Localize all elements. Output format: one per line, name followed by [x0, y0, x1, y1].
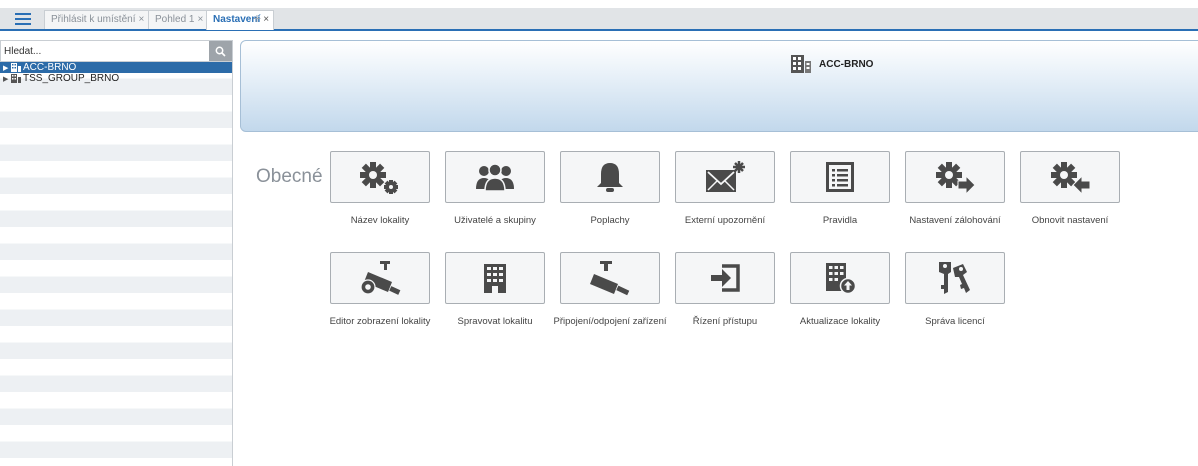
- tree-item-tss-group-brno[interactable]: ▶ TSS_GROUP_BRNO: [0, 73, 232, 84]
- setting-rules[interactable]: Pravidla: [782, 151, 898, 227]
- manage-location-button[interactable]: [445, 252, 545, 304]
- gear-arrow-left-icon: [1051, 162, 1091, 194]
- list-icon: [826, 162, 854, 192]
- gears-icon: [360, 162, 398, 194]
- tab-view-1[interactable]: Pohled 1 ×: [148, 10, 209, 29]
- setting-label: Externí upozornění: [684, 215, 766, 226]
- setting-location-name[interactable]: Název lokality: [322, 151, 438, 227]
- setting-label: Řízení přístupu: [692, 316, 758, 327]
- users-groups-button[interactable]: [445, 151, 545, 203]
- keys-icon: [939, 262, 970, 294]
- hamburger-menu-icon[interactable]: [10, 8, 36, 29]
- setting-update-location[interactable]: Aktualizace lokality: [782, 252, 898, 328]
- setting-label: Poplachy: [590, 215, 630, 226]
- tree-item-label: ACC-BRNO: [23, 62, 77, 73]
- backup-settings-button[interactable]: [905, 151, 1005, 203]
- building-icon: [11, 63, 21, 72]
- external-notifications-button[interactable]: [675, 151, 775, 203]
- expand-arrow-icon[interactable]: ▶: [3, 75, 11, 83]
- building-icon: [484, 264, 506, 293]
- tab-login-location[interactable]: Přihlásit k umístění ×: [44, 10, 150, 29]
- setting-label: Nastavení zálohování: [909, 215, 1001, 226]
- section-title-general: Obecné: [256, 166, 323, 187]
- location-title: ACC-BRNO: [791, 55, 873, 73]
- setting-label: Spravovat lokalitu: [457, 316, 533, 327]
- users-icon: [476, 163, 514, 192]
- setting-backup[interactable]: Nastavení zálohování: [897, 151, 1013, 227]
- setting-label: Aktualizace lokality: [799, 316, 881, 327]
- tree-item-label: TSS_GROUP_BRNO: [23, 73, 120, 84]
- search-button[interactable]: [209, 41, 232, 61]
- setting-restore[interactable]: Obnovit nastavení: [1012, 151, 1128, 227]
- site-tree: ▶ ACC-BRNO ▶ TSS_GROUP_BRNO: [0, 62, 232, 466]
- expand-arrow-icon[interactable]: ▶: [3, 64, 11, 72]
- access-control-button[interactable]: [675, 252, 775, 304]
- setting-label: Obnovit nastavení: [1031, 215, 1109, 226]
- search-input[interactable]: [1, 41, 207, 61]
- tab-strip: Přihlásit k umístění × Pohled 1 × Nastaven…: [0, 8, 1198, 31]
- building-upload-icon: [826, 263, 856, 294]
- envelope-star-icon: [706, 161, 745, 192]
- setting-label: Pravidla: [822, 215, 858, 226]
- location-title-text: ACC-BRNO: [819, 58, 874, 70]
- setting-users-groups[interactable]: Uživatelé a skupiny: [437, 151, 553, 227]
- setting-external-notifications[interactable]: Externí upozornění: [667, 151, 783, 227]
- camera-icon: [590, 261, 630, 296]
- location-name-button[interactable]: [330, 151, 430, 203]
- connect-devices-button[interactable]: [560, 252, 660, 304]
- add-tab-button[interactable]: +: [249, 10, 265, 27]
- setting-alarms[interactable]: Poplachy: [552, 151, 668, 227]
- tree-item-acc-brno[interactable]: ▶ ACC-BRNO: [0, 62, 232, 73]
- login-icon: [711, 264, 740, 292]
- setting-connect-devices[interactable]: Připojení/odpojení zařízení: [552, 252, 668, 328]
- building-icon: [791, 55, 811, 73]
- setting-label: Uživatelé a skupiny: [454, 215, 536, 226]
- update-location-button[interactable]: [790, 252, 890, 304]
- license-management-button[interactable]: [905, 252, 1005, 304]
- search-box: [0, 40, 232, 62]
- tab-label: Pohled 1: [155, 14, 195, 25]
- alarms-button[interactable]: [560, 151, 660, 203]
- bell-icon: [597, 163, 623, 192]
- close-icon[interactable]: ×: [197, 14, 203, 25]
- restore-settings-button[interactable]: [1020, 151, 1120, 203]
- setting-label: Editor zobrazení lokality: [329, 316, 431, 327]
- tab-bar: Přihlásit k umístění × Pohled 1 × Nastaven…: [0, 0, 1198, 33]
- setting-label: Připojení/odpojení zařízení: [553, 316, 667, 327]
- setting-manage-location[interactable]: Spravovat lokalitu: [437, 252, 553, 328]
- building-icon: [11, 74, 21, 83]
- setting-access-control[interactable]: Řízení přístupu: [667, 252, 783, 328]
- site-tree-panel: ▶ ACC-BRNO ▶ TSS_GROUP_BRNO: [0, 40, 233, 466]
- gear-arrow-right-icon: [936, 162, 976, 194]
- close-icon[interactable]: ×: [138, 14, 144, 25]
- search-icon: [215, 46, 226, 57]
- location-view-editor-button[interactable]: [330, 252, 430, 304]
- setting-label: Správa licencí: [925, 316, 985, 327]
- location-header: ACC-BRNO: [240, 40, 1198, 132]
- camera-gear-icon: [360, 261, 401, 295]
- tab-label: Přihlásit k umístění: [51, 14, 136, 25]
- setting-location-view-editor[interactable]: Editor zobrazení lokality: [322, 252, 438, 328]
- rules-button[interactable]: [790, 151, 890, 203]
- setting-label: Název lokality: [350, 215, 410, 226]
- setting-license-management[interactable]: Správa licencí: [897, 252, 1013, 328]
